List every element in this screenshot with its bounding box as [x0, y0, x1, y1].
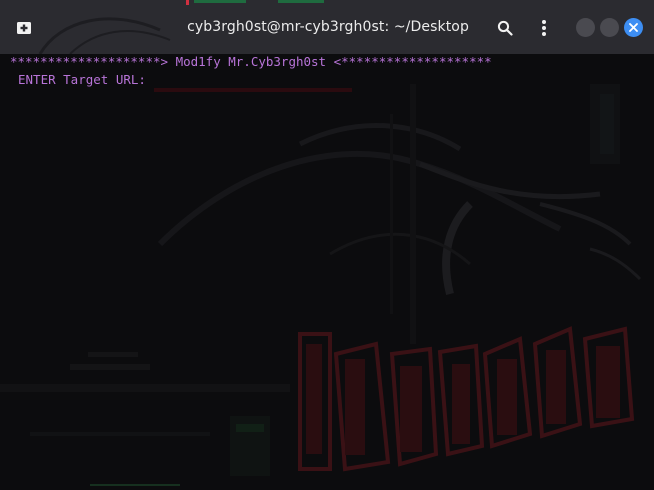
close-icon — [629, 23, 638, 32]
maximize-button[interactable] — [600, 18, 619, 37]
new-tab-button[interactable] — [14, 18, 34, 38]
kali-dragon-wallpaper — [0, 84, 642, 486]
window-title: cyb3rgh0st@mr-cyb3rgh0st: ~/Desktop — [187, 19, 469, 35]
title-bar: cyb3rgh0st@mr-cyb3rgh0st: ~/Desktop — [0, 0, 654, 54]
kebab-menu-icon — [542, 20, 546, 36]
search-button[interactable] — [495, 18, 515, 38]
minimize-button[interactable] — [576, 18, 595, 37]
target-url-prompt: ENTER Target URL: — [18, 72, 154, 87]
new-tab-icon — [17, 22, 31, 34]
search-icon — [497, 20, 513, 36]
menu-button[interactable] — [534, 17, 554, 39]
close-button[interactable] — [624, 18, 643, 37]
terminal-window: cyb3rgh0st@mr-cyb3rgh0st: ~/Desktop ****… — [0, 0, 654, 490]
terminal-body[interactable]: ********************> Mod1fy Mr.Cyb3rgh0… — [0, 54, 654, 490]
input-selection-highlight — [154, 88, 352, 92]
terminal-banner-line: ********************> Mod1fy Mr.Cyb3rgh0… — [10, 54, 492, 69]
